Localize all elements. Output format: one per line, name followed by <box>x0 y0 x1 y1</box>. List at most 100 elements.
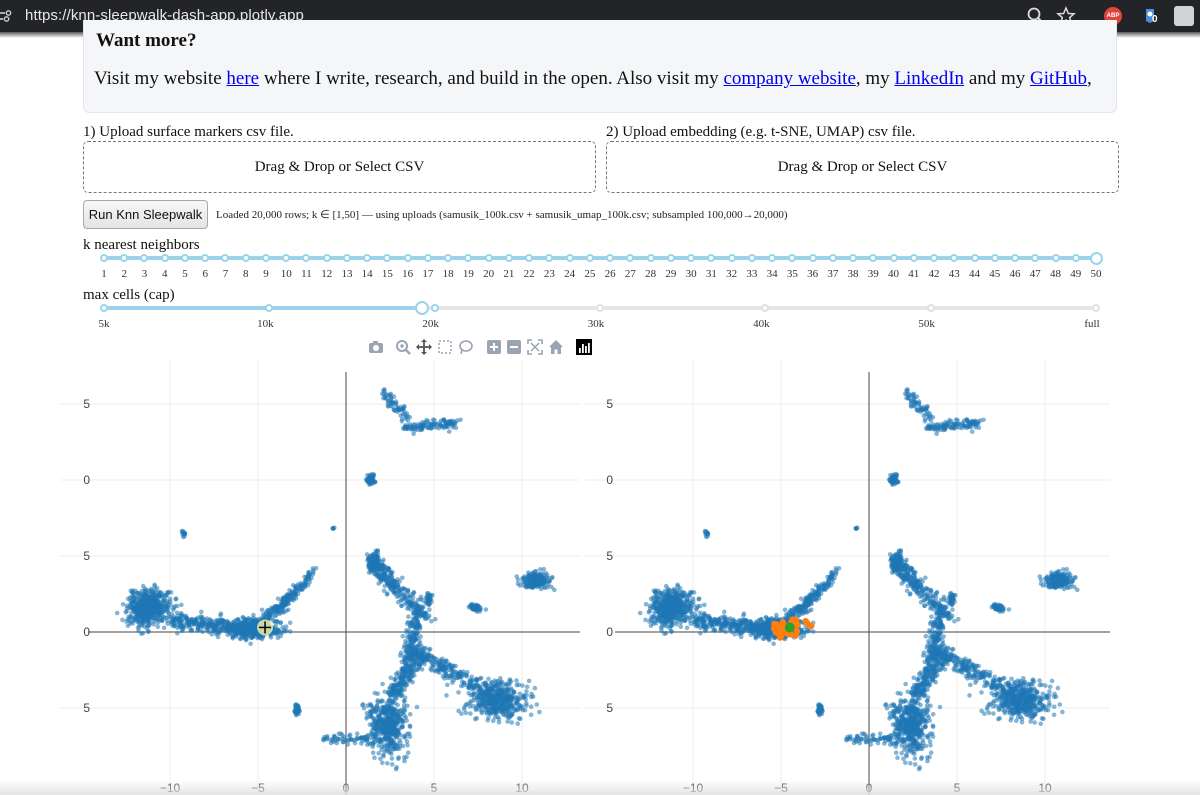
k-slider-mark-dot[interactable] <box>342 254 351 262</box>
k-slider-mark-dot[interactable] <box>889 254 898 262</box>
pan-icon[interactable] <box>416 339 432 355</box>
profile-avatar-icon[interactable] <box>1174 6 1194 26</box>
camera-icon[interactable] <box>368 339 384 355</box>
k-slider-mark-dot[interactable] <box>221 254 230 262</box>
k-slider-mark-dot[interactable] <box>100 254 108 262</box>
cap-slider-mark-dot[interactable] <box>596 304 604 312</box>
scatter-point <box>427 646 433 652</box>
k-slider-handle[interactable] <box>1090 252 1103 265</box>
scatter-point <box>493 711 499 716</box>
scatter-point <box>196 622 202 627</box>
scatter-point <box>376 750 382 756</box>
embedding-plot-right[interactable]: −10 −5 0 5 10 5 0 5 0 5 <box>585 360 1125 795</box>
zoom-in-icon[interactable] <box>486 339 502 355</box>
k-slider-mark-dot[interactable] <box>747 254 756 262</box>
k-slider-mark-dot[interactable] <box>444 254 453 262</box>
k-slider-track[interactable] <box>104 256 1096 260</box>
k-slider-mark-dot[interactable] <box>525 254 534 262</box>
k-slider-mark-label: 21 <box>503 268 515 280</box>
scatter-point <box>141 616 146 622</box>
k-slider-mark-dot[interactable] <box>140 254 149 262</box>
cap-slider-mark-dot[interactable] <box>1092 304 1100 312</box>
scatter-point <box>649 614 655 620</box>
k-slider-mark-dot[interactable] <box>484 254 493 262</box>
k-slider-mark-dot[interactable] <box>282 254 291 262</box>
k-slider-mark-dot[interactable] <box>687 254 696 262</box>
company-website-link[interactable]: company website <box>723 68 855 89</box>
k-slider-mark-dot[interactable] <box>1031 254 1040 262</box>
cap-slider-mark-dot[interactable] <box>926 304 935 312</box>
k-slider-mark-dot[interactable] <box>646 254 655 262</box>
k-slider-mark-dot[interactable] <box>990 254 999 262</box>
surface-markers-dropzone[interactable]: Drag & Drop or Select CSV <box>83 141 596 193</box>
scatter-point <box>368 713 374 718</box>
scatter-point <box>375 548 381 553</box>
k-slider-mark-dot[interactable] <box>930 254 939 262</box>
cap-slider-mark-dot[interactable] <box>265 304 274 312</box>
embedding-plot-left[interactable]: −10 −5 0 5 10 5 0 5 0 5 <box>60 360 580 795</box>
website-link[interactable]: here <box>226 68 259 89</box>
cap-slider-mark-dot[interactable] <box>430 304 439 312</box>
k-slider-mark-dot[interactable] <box>1051 254 1060 262</box>
k-slider-mark-dot[interactable] <box>302 254 311 262</box>
scatter-point <box>404 668 410 674</box>
site-settings-icon[interactable] <box>0 8 14 24</box>
k-slider-mark-dot[interactable] <box>606 254 615 262</box>
scatter-point <box>438 423 443 429</box>
k-slider-mark-dot[interactable] <box>585 254 594 262</box>
linkedin-link[interactable]: LinkedIn <box>894 68 964 89</box>
k-slider-mark-dot[interactable] <box>828 254 837 262</box>
github-link[interactable]: GitHub <box>1030 68 1087 89</box>
plotly-logo-icon[interactable] <box>576 339 592 355</box>
box-select-icon[interactable] <box>437 339 453 355</box>
k-slider-mark-dot[interactable] <box>626 254 635 262</box>
scatter-point <box>132 606 138 612</box>
k-slider-mark-dot[interactable] <box>950 254 959 262</box>
scatter-points[interactable] <box>637 387 1080 772</box>
k-slider-mark-dot[interactable] <box>261 254 270 262</box>
lasso-icon[interactable] <box>458 339 474 355</box>
k-slider-mark-dot[interactable] <box>160 254 169 262</box>
k-slider-mark-dot[interactable] <box>1011 254 1020 262</box>
k-slider-mark-dot[interactable] <box>565 254 574 262</box>
cap-slider-mark-dot[interactable] <box>761 304 770 312</box>
k-slider-mark-dot[interactable] <box>383 254 392 262</box>
reset-axes-icon[interactable] <box>548 339 564 355</box>
run-knn-sleepwalk-button[interactable]: Run Knn Sleepwalk <box>83 200 208 229</box>
cap-slider-mark-dot[interactable] <box>100 304 108 312</box>
zoom-icon[interactable] <box>395 339 411 355</box>
k-slider-mark-dot[interactable] <box>849 254 858 262</box>
k-slider-mark-dot[interactable] <box>504 254 513 262</box>
k-slider-mark-dot[interactable] <box>363 254 372 262</box>
k-slider-mark-dot[interactable] <box>545 254 554 262</box>
k-slider-mark-dot[interactable] <box>768 254 777 262</box>
k-slider-mark-dot[interactable] <box>909 254 918 262</box>
k-slider-mark-dot[interactable] <box>322 254 331 262</box>
scatter-point <box>393 676 399 681</box>
scatter-point <box>521 693 527 698</box>
autoscale-icon[interactable] <box>527 339 543 355</box>
scatter-points[interactable] <box>114 387 557 772</box>
k-slider-mark-dot[interactable] <box>970 254 979 262</box>
k-slider-mark-dot[interactable] <box>423 254 432 262</box>
cap-slider-handle[interactable] <box>414 301 429 315</box>
k-slider-mark-dot[interactable] <box>666 254 675 262</box>
k-slider-mark-dot[interactable] <box>201 254 210 262</box>
k-slider-mark-dot[interactable] <box>464 254 473 262</box>
k-slider-mark-label: 37 <box>827 268 839 280</box>
scatter-point <box>352 737 357 743</box>
zoom-out-icon[interactable] <box>506 339 522 355</box>
k-slider-mark-label: 24 <box>564 268 576 280</box>
k-slider-mark-dot[interactable] <box>403 254 412 262</box>
k-slider-mark-dot[interactable] <box>727 254 736 262</box>
k-slider-mark-dot[interactable] <box>1071 254 1080 262</box>
k-slider-mark-dot[interactable] <box>869 254 878 262</box>
k-slider-mark-dot[interactable] <box>120 254 129 262</box>
k-slider-mark-dot[interactable] <box>808 254 817 262</box>
embedding-dropzone[interactable]: Drag & Drop or Select CSV <box>606 141 1119 193</box>
k-slider-mark-dot[interactable] <box>180 254 189 262</box>
x-tick-label: −10 <box>160 781 181 795</box>
k-slider-mark-dot[interactable] <box>788 254 797 262</box>
k-slider-mark-dot[interactable] <box>241 254 250 262</box>
k-slider-mark-dot[interactable] <box>707 254 716 262</box>
